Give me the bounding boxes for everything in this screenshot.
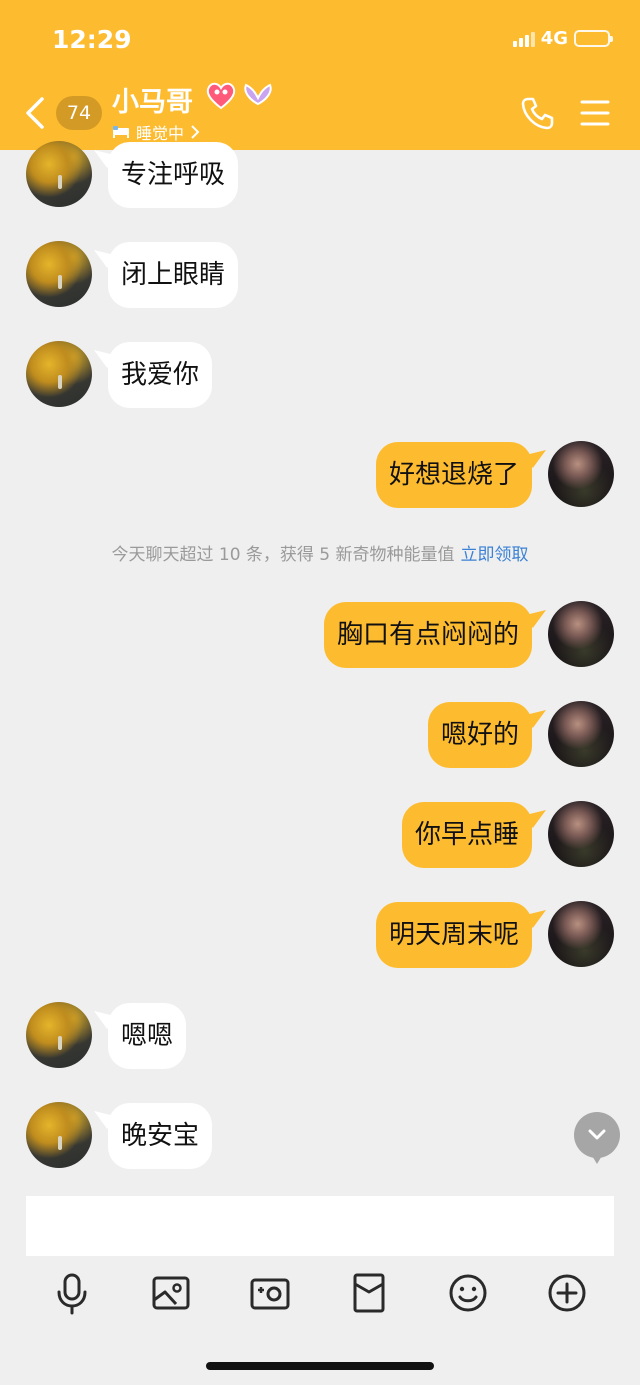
image-icon[interactable] [149, 1270, 193, 1316]
my-avatar[interactable] [548, 801, 614, 867]
status-text: 睡觉中 [136, 124, 185, 143]
message-bubble-incoming[interactable]: 晚安宝 [108, 1103, 213, 1169]
my-avatar[interactable] [548, 901, 614, 967]
message-bubble-outgoing[interactable]: 明天周末呢 [375, 902, 532, 968]
scroll-to-bottom-button[interactable] [574, 1112, 620, 1158]
message-bubble-outgoing[interactable]: 好想退烧了 [375, 442, 532, 508]
my-avatar[interactable] [548, 701, 614, 767]
contact-badges[interactable] [204, 80, 276, 110]
my-avatar[interactable] [548, 601, 614, 667]
red-envelope-icon[interactable] [347, 1270, 391, 1316]
status-time: 12:29 [52, 25, 132, 54]
contact-name[interactable]: 小马哥 [112, 80, 193, 119]
battery-icon [574, 30, 613, 47]
wings-badge-icon [244, 83, 272, 106]
contact-avatar[interactable] [26, 1002, 92, 1068]
contact-avatar[interactable] [26, 141, 92, 207]
menu-icon[interactable] [580, 98, 610, 128]
back-icon[interactable] [22, 96, 48, 130]
message-bubble-incoming[interactable]: 我爱你 [108, 342, 213, 408]
my-avatar[interactable] [548, 441, 614, 507]
chevron-down-icon [588, 1129, 606, 1140]
network-type: 4G [540, 28, 568, 49]
message-bubble-outgoing[interactable]: 你早点睡 [401, 802, 532, 868]
unread-count-badge[interactable]: 74 [56, 96, 102, 130]
contact-status[interactable]: 睡觉中 [112, 120, 200, 144]
contact-avatar[interactable] [26, 341, 92, 407]
message-bubble-outgoing[interactable]: 胸口有点闷闷的 [323, 602, 532, 668]
plus-icon[interactable] [545, 1270, 589, 1316]
contact-avatar[interactable] [26, 1102, 92, 1168]
message-input[interactable] [26, 1196, 614, 1256]
camera-icon[interactable] [248, 1270, 292, 1316]
message-bubble-incoming[interactable]: 专注呼吸 [108, 142, 239, 208]
bed-icon [113, 126, 129, 138]
microphone-icon[interactable] [50, 1270, 94, 1316]
message-bubble-incoming[interactable]: 嗯嗯 [108, 1003, 187, 1069]
chevron-right-icon [191, 125, 200, 139]
message-bubble-incoming[interactable]: 闭上眼睛 [108, 242, 239, 308]
signal-icon [512, 31, 535, 47]
phone-icon[interactable] [520, 95, 556, 131]
energy-notice: 今天聊天超过 10 条，获得 5 新奇物种能量值 立即领取 [0, 540, 640, 565]
input-toolbar [0, 1270, 640, 1320]
status-indicators: 4G [512, 28, 613, 49]
chat-header: 12:29 4G 74 小马哥 睡觉中 [0, 0, 640, 150]
contact-avatar[interactable] [26, 241, 92, 307]
heart-badge-icon [206, 82, 236, 110]
home-indicator[interactable] [206, 1362, 434, 1370]
emoji-icon[interactable] [446, 1270, 490, 1316]
claim-link[interactable]: 立即领取 [461, 545, 529, 565]
message-bubble-outgoing[interactable]: 嗯好的 [427, 702, 532, 768]
notice-text: 今天聊天超过 10 条，获得 5 新奇物种能量值 [111, 545, 455, 565]
